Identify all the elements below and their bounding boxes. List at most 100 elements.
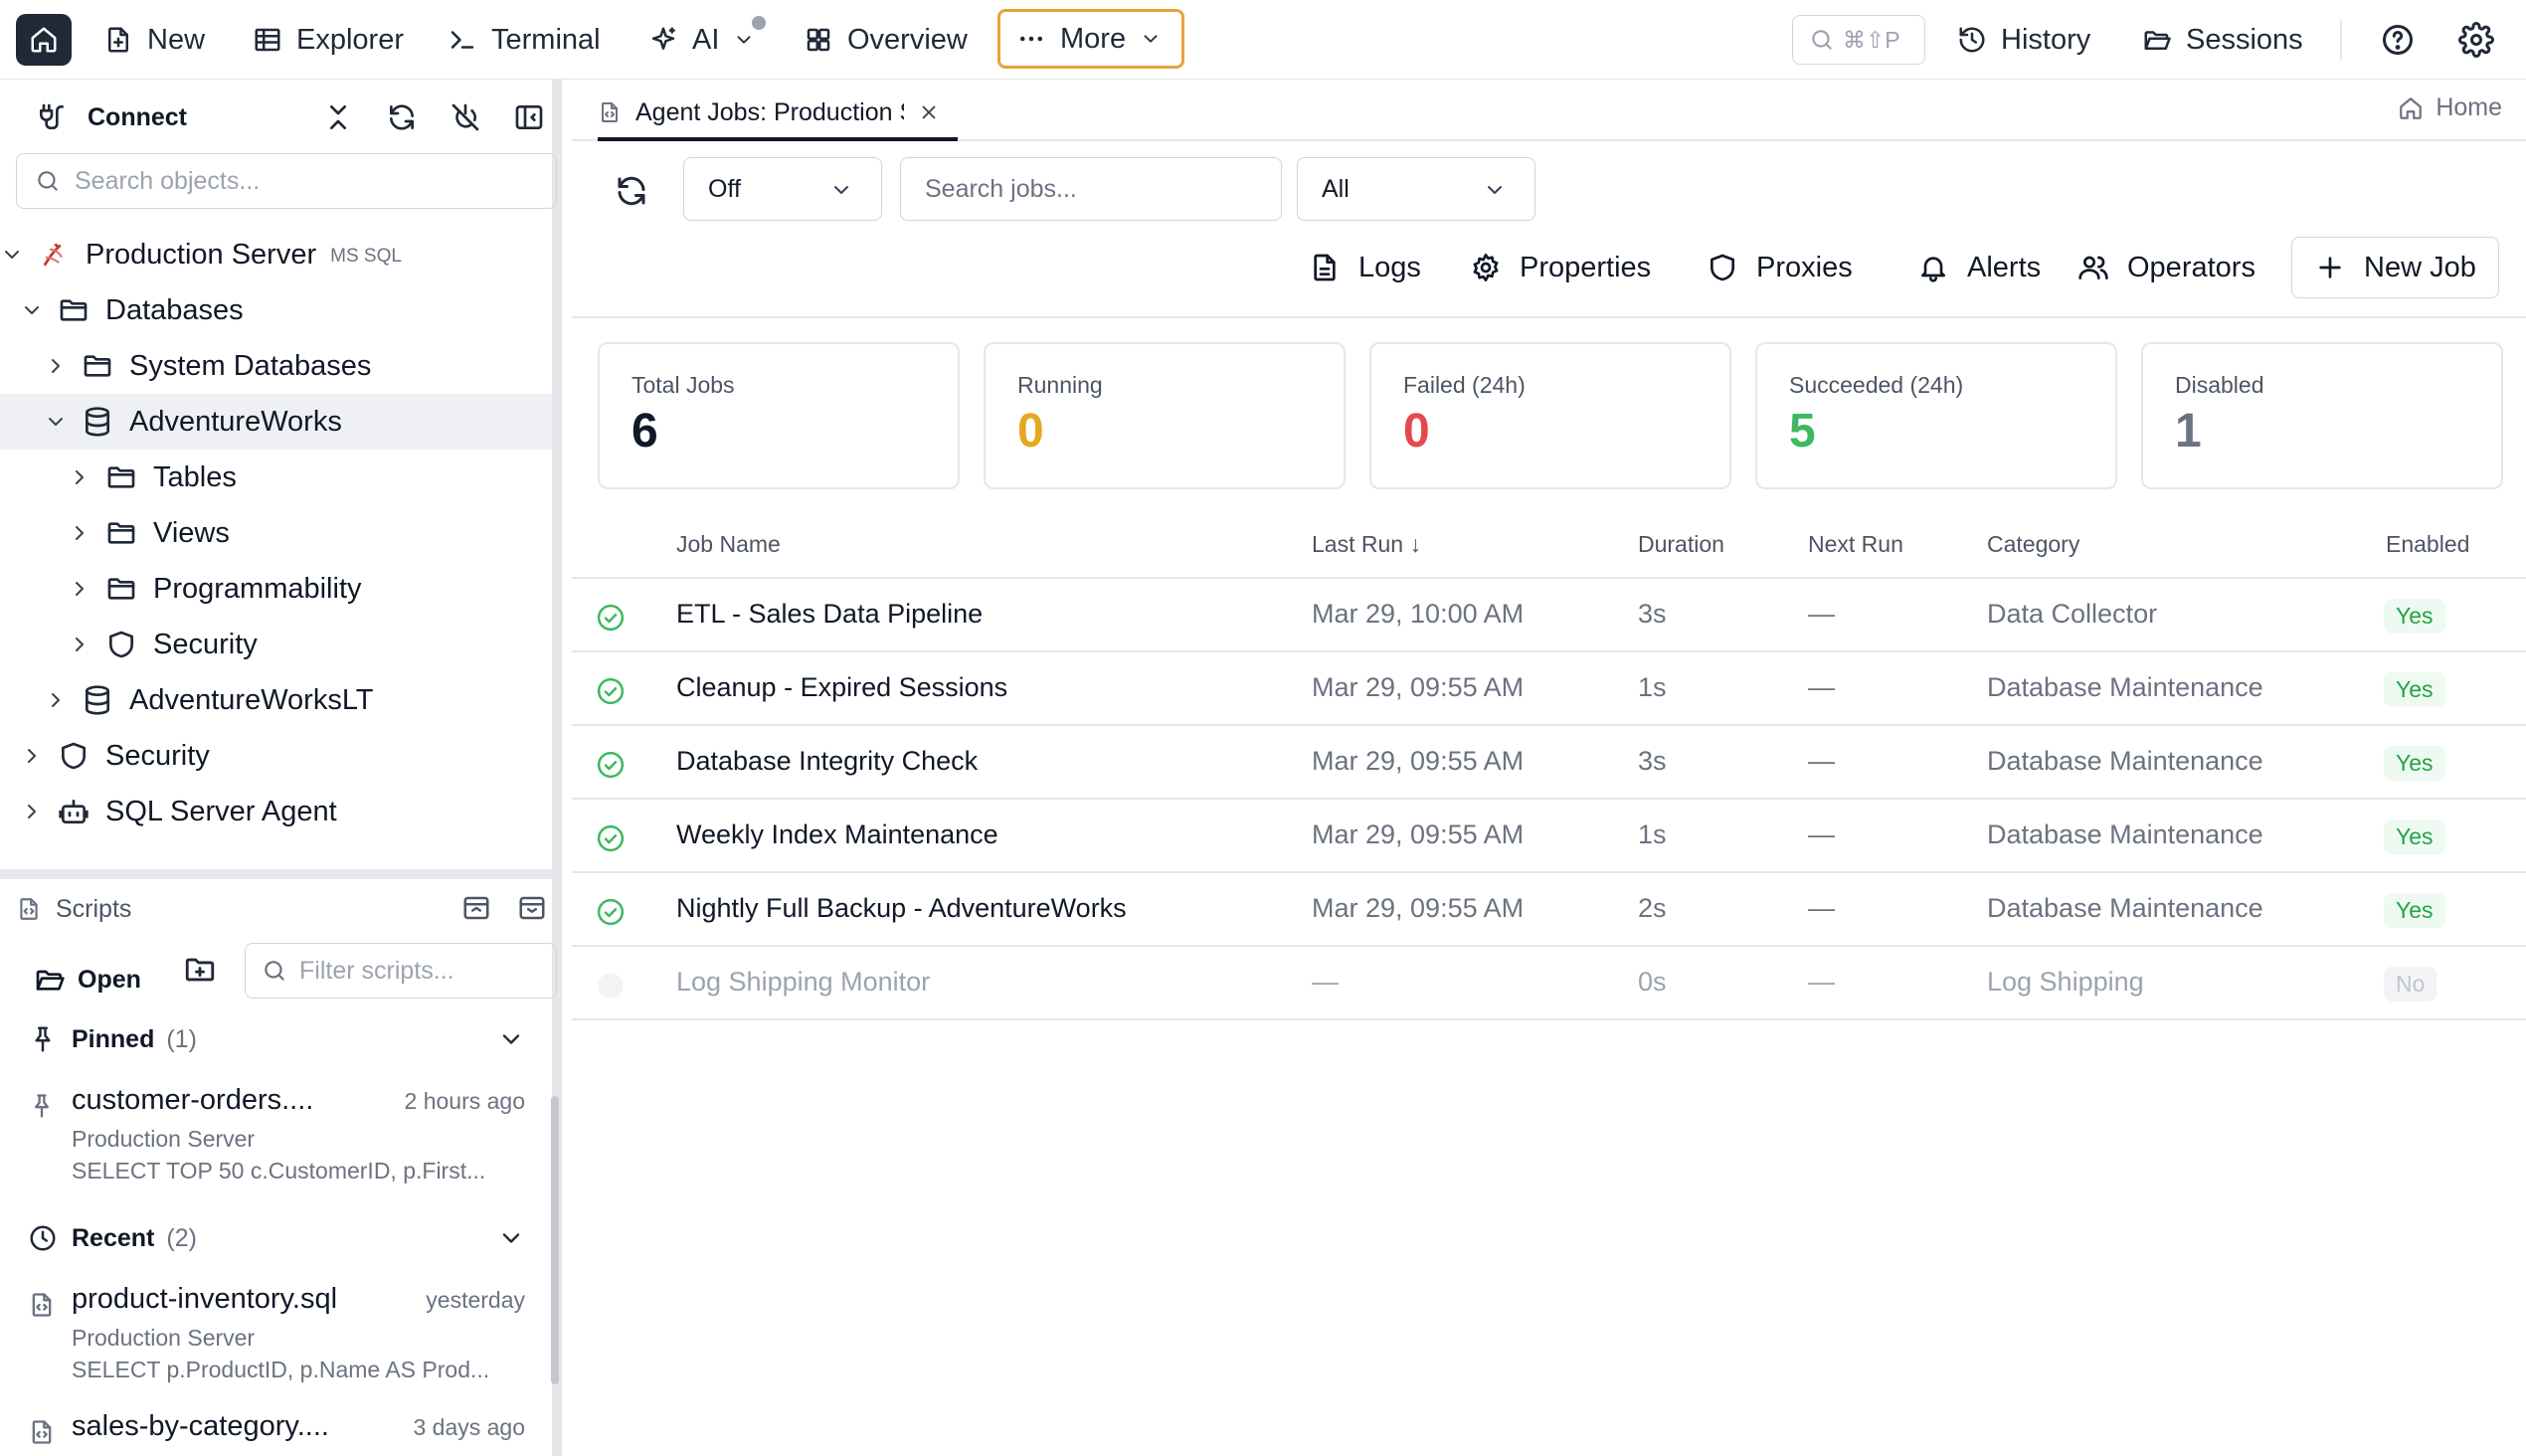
chevron-right-icon[interactable] bbox=[20, 800, 44, 823]
recent-section-header[interactable]: Recent (2) bbox=[28, 1215, 525, 1261]
job-category: Database Maintenance bbox=[1987, 819, 2263, 849]
chevron-right-icon[interactable] bbox=[44, 688, 68, 712]
plug-icon[interactable] bbox=[36, 101, 68, 133]
settings-gear-icon[interactable] bbox=[2458, 22, 2494, 58]
enabled-badge: Yes bbox=[2384, 819, 2445, 854]
new-button[interactable]: New bbox=[103, 12, 205, 68]
properties-button[interactable]: Properties bbox=[1470, 237, 1651, 298]
table-row[interactable]: Database Integrity Check Mar 29, 09:55 A… bbox=[572, 726, 2526, 800]
chevron-right-icon[interactable] bbox=[68, 577, 91, 601]
job-category: Database Maintenance bbox=[1987, 746, 2263, 776]
tree-item-server[interactable]: Production Server MS SQL bbox=[0, 227, 552, 282]
explorer-button[interactable]: Explorer bbox=[253, 12, 404, 68]
tree-item-adventureworks[interactable]: AdventureWorks bbox=[0, 394, 552, 450]
tree-item-security[interactable]: Security bbox=[0, 728, 552, 784]
new-folder-icon[interactable] bbox=[183, 953, 217, 987]
chevron-down-icon[interactable] bbox=[497, 1224, 525, 1252]
job-search-input[interactable]: Search jobs... bbox=[900, 157, 1282, 221]
collapse-all-icon[interactable] bbox=[322, 101, 354, 133]
sessions-button[interactable]: Sessions bbox=[2142, 12, 2303, 68]
tree-item-tables[interactable]: Tables bbox=[0, 450, 552, 505]
chevron-right-icon[interactable] bbox=[68, 465, 91, 489]
home-icon bbox=[2400, 96, 2423, 119]
chevron-down-icon[interactable] bbox=[44, 410, 68, 434]
table-row[interactable]: Nightly Full Backup - AdventureWorks Mar… bbox=[572, 873, 2526, 947]
history-button[interactable]: History bbox=[1957, 12, 2090, 68]
tree-item-programmability[interactable]: Programmability bbox=[0, 561, 552, 617]
script-item[interactable]: customer-orders.... 2 hours ago Producti… bbox=[28, 1084, 525, 1193]
col-header-next-run[interactable]: Next Run bbox=[1808, 531, 1903, 558]
tab-agent-jobs[interactable]: Agent Jobs: Production Server bbox=[598, 88, 958, 141]
home-link[interactable]: Home bbox=[2398, 93, 2502, 122]
chevron-down-icon[interactable] bbox=[497, 1025, 525, 1053]
scripts-scrollbar[interactable] bbox=[551, 1096, 559, 1384]
logs-button[interactable]: Logs bbox=[1309, 237, 1421, 298]
more-button[interactable]: More bbox=[997, 9, 1185, 69]
collapse-panel-icon[interactable] bbox=[461, 893, 491, 923]
disconnect-icon[interactable] bbox=[450, 101, 481, 133]
new-job-button[interactable]: New Job bbox=[2291, 237, 2499, 298]
refresh-icon[interactable] bbox=[614, 173, 649, 209]
col-header-last-run[interactable]: Last Run ↓ bbox=[1312, 531, 1421, 558]
script-item[interactable]: sales-by-category.... 3 days ago bbox=[28, 1410, 525, 1456]
job-name: Cleanup - Expired Sessions bbox=[676, 672, 1008, 702]
chevron-down-icon[interactable] bbox=[20, 298, 44, 322]
chevron-right-icon[interactable] bbox=[20, 744, 44, 768]
overview-button[interactable]: Overview bbox=[804, 12, 968, 68]
tree-item-sql-server-agent[interactable]: SQL Server Agent bbox=[0, 784, 552, 839]
tree-label: Production Server bbox=[86, 238, 317, 271]
ai-button[interactable]: AI bbox=[648, 12, 766, 68]
pinned-count: (1) bbox=[166, 1024, 197, 1053]
operators-button[interactable]: Operators bbox=[2077, 237, 2255, 298]
table-row[interactable]: Weekly Index Maintenance Mar 29, 09:55 A… bbox=[572, 800, 2526, 873]
tree-item-db-security[interactable]: Security bbox=[0, 617, 552, 672]
refresh-interval-select[interactable]: Off bbox=[683, 157, 882, 221]
more-label: More bbox=[1060, 22, 1127, 55]
job-duration: 3s bbox=[1638, 599, 1667, 629]
search-icon bbox=[1812, 30, 1832, 50]
scripts-title: Scripts bbox=[56, 894, 132, 923]
chevron-right-icon[interactable] bbox=[68, 633, 91, 656]
connect-label[interactable]: Connect bbox=[88, 103, 187, 132]
table-row[interactable]: Cleanup - Expired Sessions Mar 29, 09:55… bbox=[572, 652, 2526, 726]
job-last-run: — bbox=[1312, 967, 1339, 997]
table-row[interactable]: Log Shipping Monitor — 0s — Log Shipping… bbox=[572, 947, 2526, 1020]
stat-card-failed: Failed (24h) 0 bbox=[1369, 342, 1731, 489]
tree-item-views[interactable]: Views bbox=[0, 505, 552, 561]
job-name: Weekly Index Maintenance bbox=[676, 819, 998, 849]
col-header-job-name[interactable]: Job Name bbox=[676, 531, 781, 558]
chevron-down-icon[interactable] bbox=[0, 243, 24, 267]
alerts-button[interactable]: Alerts bbox=[1917, 237, 2041, 298]
object-search-input[interactable]: Search objects... bbox=[16, 153, 557, 209]
chevron-right-icon[interactable] bbox=[44, 354, 68, 378]
command-search-button[interactable]: ⌘⇧P bbox=[1792, 15, 1925, 65]
home-button[interactable] bbox=[16, 14, 72, 66]
jobs-toolbar: Off Search jobs... All Logs Properties P… bbox=[572, 141, 2526, 318]
panel-divider[interactable] bbox=[0, 869, 562, 879]
collapse-sidebar-icon[interactable] bbox=[513, 101, 545, 133]
job-next-run: — bbox=[1808, 599, 1835, 629]
plus-icon bbox=[2319, 257, 2341, 278]
tree-item-adventureworkslt[interactable]: AdventureWorksLT bbox=[0, 672, 552, 728]
terminal-button[interactable]: Terminal bbox=[448, 12, 601, 68]
proxies-button[interactable]: Proxies bbox=[1707, 237, 1853, 298]
tree-item-system-databases[interactable]: System Databases bbox=[0, 338, 552, 394]
table-row[interactable]: ETL - Sales Data Pipeline Mar 29, 10:00 … bbox=[572, 579, 2526, 652]
tree-item-databases[interactable]: Databases bbox=[0, 282, 552, 338]
col-header-enabled[interactable]: Enabled bbox=[2386, 531, 2469, 558]
help-icon[interactable] bbox=[2380, 22, 2416, 58]
server-type-label: MS SQL bbox=[330, 246, 402, 267]
close-icon[interactable] bbox=[918, 101, 940, 123]
col-header-duration[interactable]: Duration bbox=[1638, 531, 1724, 558]
filter-scripts-input[interactable]: Filter scripts... bbox=[245, 943, 557, 999]
properties-label: Properties bbox=[1520, 251, 1652, 283]
script-time: 3 days ago bbox=[413, 1414, 525, 1440]
refresh-icon[interactable] bbox=[386, 101, 418, 133]
job-filter-select[interactable]: All bbox=[1297, 157, 1535, 221]
pinned-section-header[interactable]: Pinned (1) bbox=[28, 1016, 525, 1062]
script-item[interactable]: product-inventory.sql yesterday Producti… bbox=[28, 1283, 525, 1392]
col-header-category[interactable]: Category bbox=[1987, 531, 2079, 558]
expand-panel-icon[interactable] bbox=[517, 893, 547, 923]
chevron-right-icon[interactable] bbox=[68, 521, 91, 545]
open-script-button[interactable]: Open bbox=[34, 955, 141, 1004]
